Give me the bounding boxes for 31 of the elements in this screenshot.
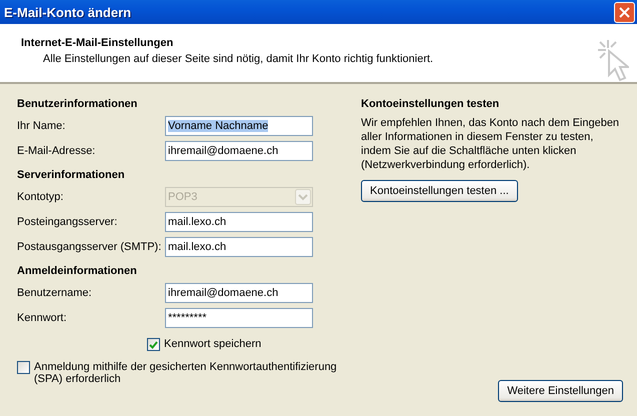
input-field[interactable]: mail.lexo.ch <box>165 212 313 232</box>
test-settings-button[interactable]: Kontoeinstellungen testen ... <box>361 180 518 202</box>
section-heading: Kontoeinstellungen testen <box>361 98 500 110</box>
checkbox-label: Kennwort speichern <box>164 338 262 350</box>
input-field[interactable]: mail.lexo.ch <box>165 237 313 257</box>
more-settings-button[interactable]: Weitere Einstellungen <box>498 380 623 402</box>
input-field[interactable]: ihremail@domaene.ch <box>165 141 313 161</box>
check-icon <box>149 340 158 348</box>
field-label: Benutzername: <box>17 287 92 299</box>
section-heading: Serverinformationen <box>17 169 126 181</box>
chevron-down-icon <box>295 189 311 205</box>
field-label: Postausgangsserver (SMTP): <box>17 241 162 253</box>
checkbox-label: Anmeldung mithilfe der gesicherten Kennwortauthentifizierung (SPA) erforderlich <box>34 361 338 385</box>
section-heading: Benutzerinformationen <box>17 98 138 110</box>
field-label: Posteingangsserver: <box>17 216 118 228</box>
description-text: Wir empfehlen Ihnen, das Konto nach dem Eingeben aller Informationen in diesem Fenster zu testen, indem Sie auf die Schaltfläche unten klicken (Netzwerkverbindung erforderlich). <box>361 116 620 172</box>
input-field[interactable]: ********* <box>165 308 313 328</box>
checkbox[interactable] <box>147 338 160 351</box>
section-heading: Anmeldeinformationen <box>17 265 138 277</box>
header-subtitle: Alle Einstellungen auf dieser Seite sind nötig, damit Ihr Konto richtig funktioniert. <box>43 53 434 65</box>
field-label: E-Mail-Adresse: <box>17 145 96 157</box>
window-title: E-Mail-Konto ändern <box>4 4 132 20</box>
field-label: Kontotyp: <box>17 191 64 203</box>
close-icon <box>619 6 630 18</box>
checkbox[interactable] <box>17 361 30 374</box>
input-field[interactable]: Vorname Nachname <box>165 116 313 136</box>
close-button[interactable] <box>614 2 635 22</box>
input-field[interactable]: ihremail@domaene.ch <box>165 283 313 303</box>
field-label: Kennwort: <box>17 312 67 324</box>
field-label: Ihr Name: <box>17 120 66 132</box>
header-title: Internet-E-Mail-Einstellungen <box>21 37 174 49</box>
